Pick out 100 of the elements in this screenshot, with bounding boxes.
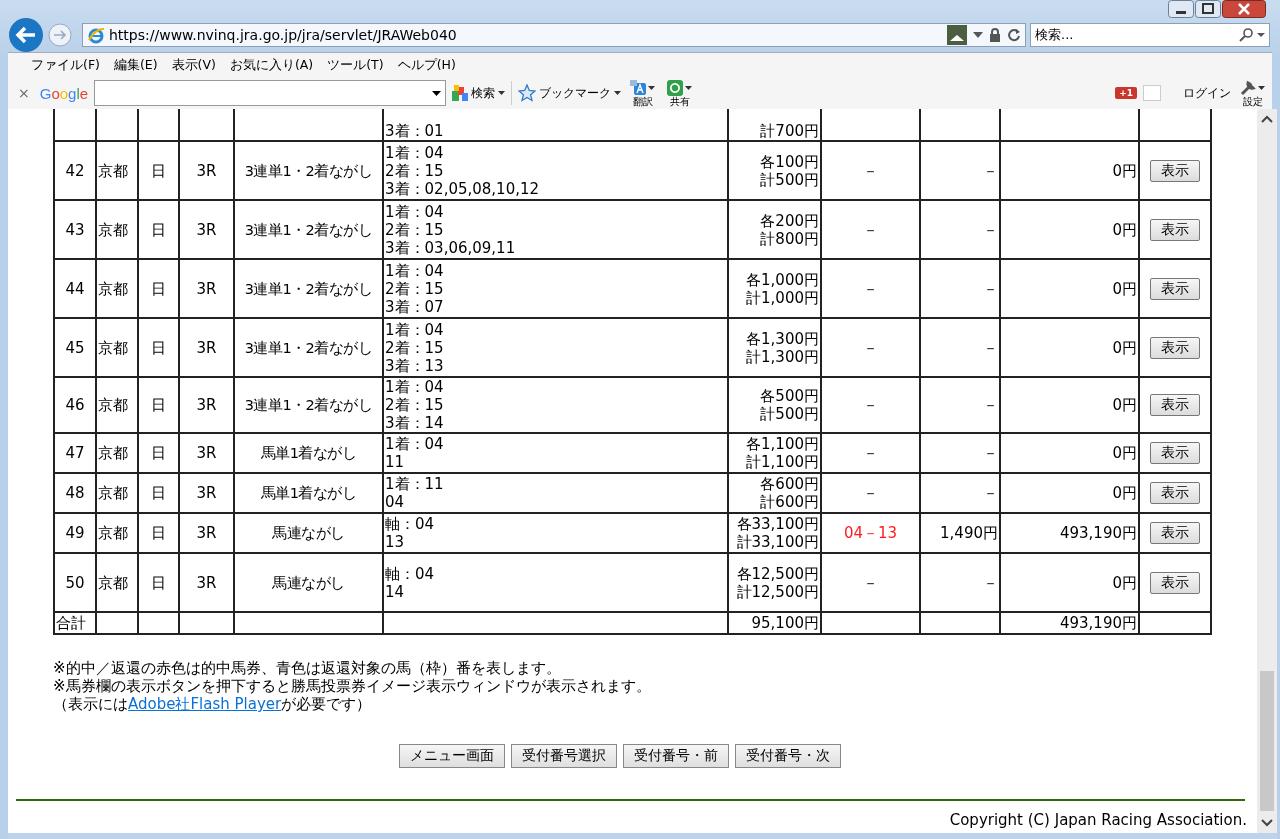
colored-squares-icon[interactable] [452, 85, 469, 101]
flash-player-link[interactable]: Adobe社Flash Player [128, 695, 282, 713]
close-icon[interactable] [1222, 0, 1266, 18]
minimize-icon[interactable] [1168, 0, 1194, 18]
menu-item[interactable]: ツール(T) [320, 56, 391, 74]
menu-item[interactable]: ファイル(F) [24, 56, 107, 74]
race-cell: 3R [196, 524, 217, 542]
race-cell: 3R [196, 444, 217, 462]
menu-item[interactable]: ヘルプ(H) [390, 56, 463, 74]
hit-cell: － [863, 484, 878, 502]
row-number: 44 [65, 279, 85, 298]
url-text[interactable]: https://www.nvinq.jra.go.jp/jra/servlet/JRAWeb040 [109, 27, 457, 43]
wrench-icon[interactable] [1240, 79, 1256, 96]
cell-text: 04 [385, 493, 406, 511]
cell-text: 13 [385, 533, 406, 551]
refresh-icon[interactable] [1007, 28, 1021, 42]
race-cell: 3R [196, 220, 217, 239]
show-button[interactable]: 表示 [1150, 336, 1200, 359]
cell-text: 計500円 [759, 405, 819, 423]
note-text: （表示にはAdobe社Flash Playerが必要です） [53, 695, 373, 713]
cell-text: 各200円 [759, 211, 819, 230]
note-text: ※馬券欄の表示ボタンを押下すると勝馬投票券イメージ表示ウィンドウが表示されます。 [53, 677, 652, 695]
dropdown-caret-icon[interactable] [432, 90, 442, 96]
nav-button[interactable]: 受付番号・前 [623, 744, 729, 768]
cell-text: 11 [385, 453, 406, 471]
cell-text: 各1,300円 [745, 329, 819, 348]
dropdown-caret-icon[interactable] [648, 85, 656, 90]
bet-type-cell: 馬単1着ながし [260, 485, 357, 501]
cell-text: 3着：01 [385, 122, 445, 139]
share-button[interactable]: 共有 [664, 79, 696, 107]
menu-item[interactable]: 編集(E) [106, 56, 165, 74]
row-number: 46 [65, 396, 85, 414]
show-button[interactable]: 表示 [1150, 218, 1200, 241]
cell-text: 2着：15 [385, 220, 445, 239]
day-cell: 日 [151, 338, 166, 357]
refund-cell: － [983, 338, 998, 357]
dropdown-caret-icon[interactable] [614, 91, 622, 95]
row-number: 48 [65, 484, 85, 502]
plus-one-button[interactable]: +1 [1115, 87, 1137, 99]
show-button[interactable]: 表示 [1150, 394, 1200, 416]
address-bar[interactable]: https://www.nvinq.jra.go.jp/jra/servlet/JRAWeb040 [82, 23, 1026, 47]
cell-text: 1着：04 [385, 202, 445, 221]
dropdown-caret-icon[interactable] [685, 85, 693, 90]
picture-thumbnail-icon[interactable] [947, 25, 967, 45]
cell-text: 軸：04 [385, 564, 436, 583]
close-button[interactable]: × [14, 85, 34, 101]
cell-text: 計12,500円 [735, 582, 819, 601]
scrollbar[interactable] [1257, 109, 1277, 833]
dropdown-caret-icon[interactable] [1258, 85, 1265, 90]
scrollbar-thumb[interactable] [1260, 671, 1274, 811]
lock-icon[interactable] [989, 28, 1001, 42]
cell-text: 計1,100円 [745, 453, 819, 471]
maximize-icon[interactable] [1195, 0, 1221, 18]
search-icon[interactable] [1239, 28, 1265, 42]
venue-cell: 京都 [98, 573, 128, 592]
day-cell: 日 [151, 161, 166, 180]
cell-text: 各600円 [759, 475, 819, 493]
cell-text: 1着：11 [385, 475, 445, 493]
browser-logo-icon[interactable] [87, 26, 105, 44]
race-cell: 3R [196, 484, 217, 502]
nav-button[interactable]: 受付番号選択 [511, 744, 617, 768]
cell-text: 3着：03,06,09,11 [385, 238, 517, 257]
cell-text: 軸：04 [385, 515, 436, 533]
show-button[interactable]: 表示 [1150, 522, 1200, 544]
race-cell: 3R [196, 396, 217, 414]
copyright-text: Copyright (C) Japan Racing Association. [948, 811, 1247, 829]
menu-item[interactable]: お気に入り(A) [222, 56, 321, 74]
menu-item[interactable]: 表示(V) [164, 56, 223, 74]
show-button[interactable]: 表示 [1150, 482, 1200, 504]
cell-text: 2着：15 [385, 396, 445, 414]
show-button[interactable]: 表示 [1150, 571, 1200, 594]
bet-type-cell: 3連単1・2着ながし [244, 280, 373, 297]
nav-button[interactable]: 受付番号・次 [735, 744, 841, 768]
settings-button[interactable]: 設定 [1237, 79, 1268, 107]
refund-cell: － [983, 573, 998, 592]
payout-cell: 0円 [1112, 396, 1137, 414]
bookmark-button[interactable]: ブックマーク [518, 84, 622, 102]
nav-button[interactable]: メニュー画面 [399, 744, 505, 768]
cell-text: 14 [385, 582, 406, 601]
search-button[interactable]: 検索 [452, 84, 506, 102]
star-icon[interactable] [518, 84, 537, 102]
dropdown-caret-icon[interactable] [973, 32, 983, 38]
dropdown-caret-icon[interactable] [498, 91, 506, 95]
hit-cell: 04－13 [843, 524, 898, 542]
search-input[interactable] [94, 80, 447, 106]
row-number: 47 [65, 444, 85, 462]
cell-text: 計33,100円 [735, 533, 819, 551]
bet-type-cell: 3連単1・2着ながし [244, 339, 373, 356]
row-number: 50 [65, 573, 85, 592]
search-field[interactable]: 検索... [1030, 23, 1270, 47]
payout-cell: 493,190円 [1059, 524, 1137, 542]
show-button[interactable]: 表示 [1150, 159, 1200, 182]
login-link[interactable]: ログイン [1183, 84, 1231, 102]
bet-type-cell: 馬連ながし [272, 574, 345, 591]
payout-cell: 0円 [1112, 161, 1137, 180]
day-cell: 日 [151, 279, 166, 298]
translate-button[interactable]: 翻訳 [627, 79, 659, 107]
show-button[interactable]: 表示 [1150, 442, 1200, 464]
show-button[interactable]: 表示 [1150, 277, 1200, 300]
translate-icon[interactable] [630, 79, 647, 96]
